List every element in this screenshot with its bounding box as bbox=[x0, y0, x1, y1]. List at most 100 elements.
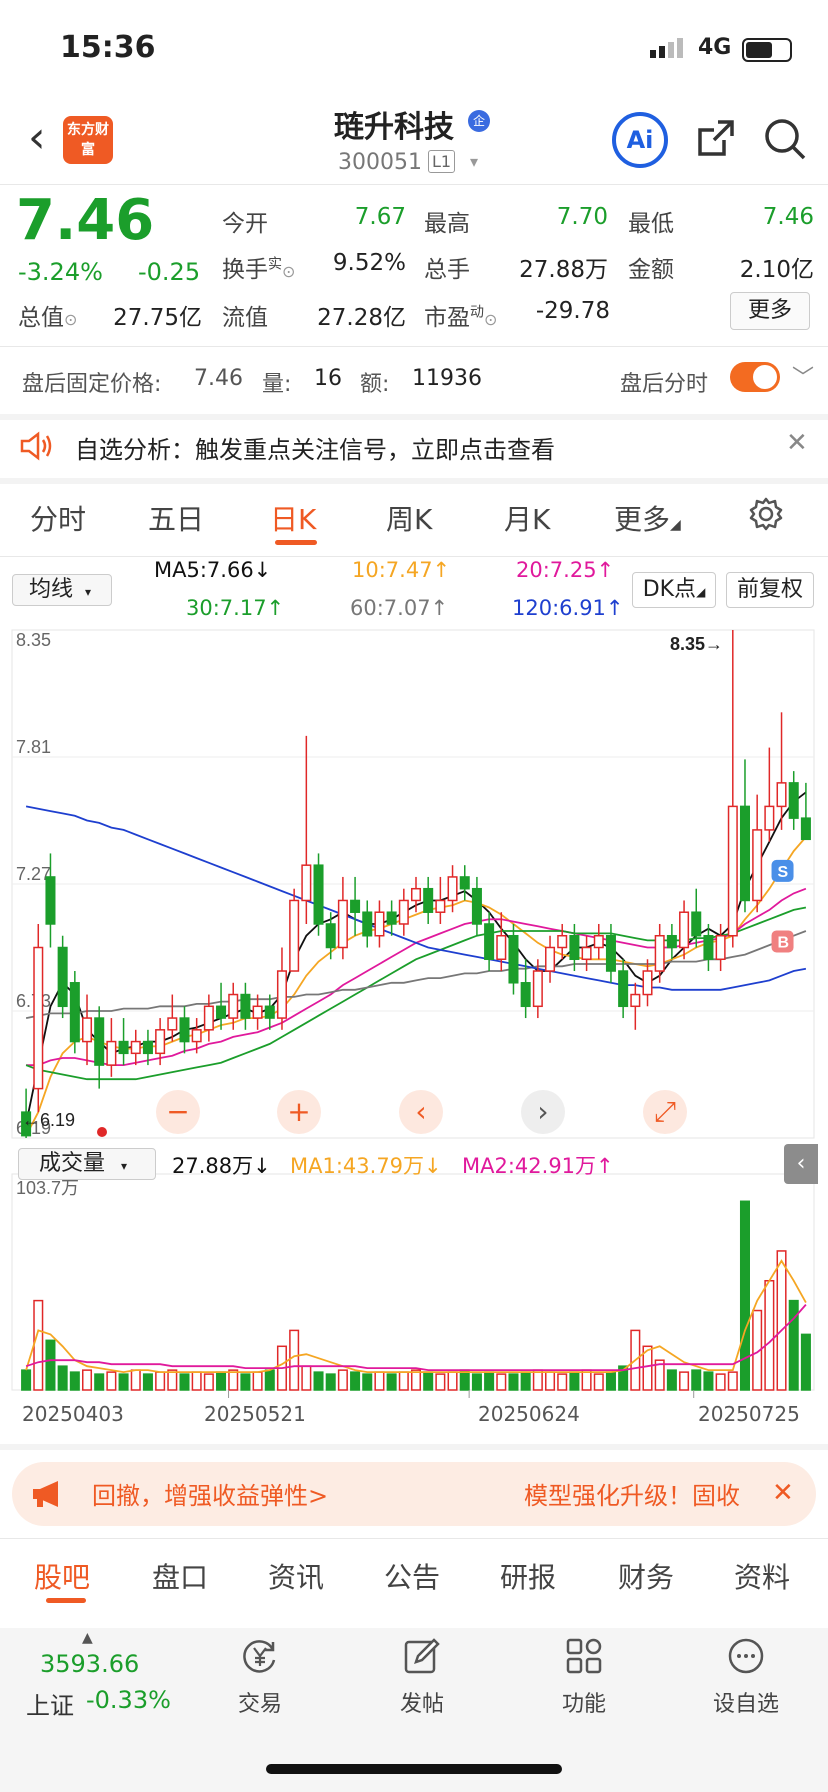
tab-news[interactable]: 资讯 bbox=[268, 1556, 324, 1596]
level-badge: L1 bbox=[428, 150, 456, 173]
tab-more[interactable]: 更多◢ bbox=[614, 498, 681, 538]
candle-body bbox=[715, 934, 726, 961]
pe-label: 市盈动⊙ bbox=[424, 304, 498, 331]
volume-bar bbox=[374, 1371, 385, 1391]
tab-five-day[interactable]: 五日 bbox=[148, 498, 204, 538]
more-button[interactable]: 更多 bbox=[730, 292, 810, 330]
candle-body bbox=[727, 805, 738, 937]
promo-text-left[interactable]: 回撤，增强收益弹性> bbox=[92, 1476, 328, 1511]
candle-body bbox=[69, 982, 80, 1043]
dk-point-button[interactable]: DK点◢ bbox=[632, 572, 716, 608]
candle-body bbox=[289, 899, 300, 972]
chevron-down-icon[interactable]: ▾ bbox=[470, 152, 478, 171]
candle-body bbox=[313, 864, 324, 925]
turnover-label: 换手实⊙ bbox=[222, 256, 296, 283]
volume-bar bbox=[508, 1373, 519, 1391]
zoom-out-button[interactable]: − bbox=[156, 1090, 200, 1134]
volume-bar bbox=[142, 1373, 153, 1391]
tab-intraday[interactable]: 分时 bbox=[30, 498, 86, 538]
candle-body bbox=[82, 1017, 93, 1043]
zoom-in-button[interactable]: + bbox=[277, 1090, 321, 1134]
home-indicator bbox=[266, 1764, 562, 1774]
candle-body bbox=[459, 876, 470, 890]
tab-order-book[interactable]: 盘口 bbox=[152, 1556, 208, 1596]
tab-profile[interactable]: 资料 bbox=[734, 1556, 790, 1596]
tab-monthly-k[interactable]: 月K bbox=[504, 498, 550, 538]
candle-body bbox=[447, 876, 458, 902]
tab-guba[interactable]: 股吧 bbox=[34, 1556, 90, 1596]
volume-bar bbox=[593, 1373, 604, 1391]
network-label: 4G bbox=[698, 35, 732, 60]
volume-bar bbox=[33, 1299, 44, 1391]
volume-bar bbox=[155, 1371, 166, 1391]
volume-bar bbox=[203, 1373, 214, 1391]
scroll-right-button[interactable]: › bbox=[521, 1090, 565, 1134]
pe-value: -29.78 bbox=[535, 298, 610, 324]
after-hours-intraday-label: 盘后分时 bbox=[620, 372, 709, 397]
gear-icon[interactable] bbox=[748, 496, 784, 532]
volume-bar bbox=[264, 1369, 275, 1391]
y-tick-label: 8.35 bbox=[16, 630, 51, 650]
volume-bar bbox=[289, 1329, 300, 1391]
close-icon[interactable]: ✕ bbox=[786, 428, 808, 458]
stock-code[interactable]: 300051 bbox=[338, 150, 422, 175]
candle-body bbox=[557, 934, 568, 949]
volume-bar bbox=[118, 1373, 129, 1391]
index-value[interactable]: 3593.66 bbox=[40, 1650, 139, 1678]
scroll-left-button[interactable]: ‹ bbox=[399, 1090, 443, 1134]
price-adjust-button[interactable]: 前复权 bbox=[726, 572, 814, 608]
alert-text[interactable]: 自选分析：触发重点关注信号，立即点击查看 bbox=[75, 430, 555, 465]
x-axis-label: 20250403 bbox=[22, 1402, 124, 1426]
stock-name[interactable]: 琏升科技 bbox=[334, 102, 454, 146]
volume-bar bbox=[57, 1365, 68, 1391]
nav-trade[interactable]: 交易 bbox=[210, 1636, 310, 1718]
after-hours-toggle[interactable] bbox=[730, 362, 780, 392]
candle-body bbox=[630, 993, 641, 1008]
tab-financials[interactable]: 财务 bbox=[618, 1556, 674, 1596]
volume-bar bbox=[447, 1371, 458, 1391]
search-icon[interactable] bbox=[762, 116, 808, 162]
fullscreen-button[interactable]: ⤢ bbox=[643, 1090, 687, 1134]
candle-body bbox=[301, 864, 312, 902]
change-percent: -3.24% bbox=[18, 258, 103, 286]
index-name[interactable]: 上证 bbox=[26, 1686, 74, 1721]
nav-add-watchlist[interactable]: 设自选 bbox=[696, 1636, 796, 1718]
vol-ma2-value: MA2:42.91万↑ bbox=[462, 1154, 614, 1178]
volume-frame bbox=[11, 1173, 815, 1391]
candle-body bbox=[106, 1040, 117, 1066]
nav-label: 发帖 bbox=[399, 1692, 444, 1717]
candle-body bbox=[216, 1005, 227, 1019]
candle-body bbox=[264, 1005, 275, 1019]
candle-body bbox=[508, 934, 519, 984]
volume-bar bbox=[240, 1373, 251, 1391]
index-change[interactable]: -0.33% bbox=[86, 1686, 171, 1714]
tab-weekly-k[interactable]: 周K bbox=[386, 498, 432, 538]
volume-indicator-select[interactable]: 成交量 ▾ bbox=[18, 1148, 156, 1180]
chevron-up-icon[interactable]: ▲ bbox=[82, 1630, 93, 1646]
chevron-down-icon[interactable]: ﹀ bbox=[792, 360, 814, 392]
promo-text-right[interactable]: 模型强化升级！固收 bbox=[524, 1476, 740, 1511]
tab-announcements[interactable]: 公告 bbox=[384, 1556, 440, 1596]
tab-daily-k[interactable]: 日K bbox=[270, 498, 316, 538]
ai-button[interactable]: Ai bbox=[612, 112, 668, 168]
back-icon[interactable]: ‹ bbox=[28, 116, 58, 160]
candle-body bbox=[569, 934, 580, 961]
ma-select[interactable]: 均线 ▾ bbox=[12, 574, 112, 606]
close-icon[interactable]: ✕ bbox=[772, 1478, 794, 1508]
volume-bar bbox=[569, 1371, 580, 1391]
after-hours-price-label: 盘后固定价格: bbox=[22, 372, 162, 397]
candle-body bbox=[45, 876, 56, 925]
ma10-value: 10:7.47↑ bbox=[352, 558, 451, 582]
nav-functions[interactable]: 功能 bbox=[534, 1636, 634, 1718]
speaker-icon bbox=[20, 431, 52, 461]
kline-chart[interactable]: 8.357.817.276.736.198.35→←6.19SB103.7万 bbox=[0, 620, 828, 1420]
collapse-panel-button[interactable]: ‹ bbox=[784, 1144, 818, 1184]
x-axis-label: 20250521 bbox=[204, 1402, 306, 1426]
candle-body bbox=[240, 993, 251, 1019]
volume-bar bbox=[435, 1373, 446, 1391]
share-icon[interactable] bbox=[696, 118, 736, 160]
tab-research[interactable]: 研报 bbox=[500, 1556, 556, 1596]
candle-body bbox=[435, 899, 446, 913]
nav-post[interactable]: 发帖 bbox=[372, 1636, 472, 1718]
after-hours-qty-label: 量: bbox=[262, 372, 292, 397]
